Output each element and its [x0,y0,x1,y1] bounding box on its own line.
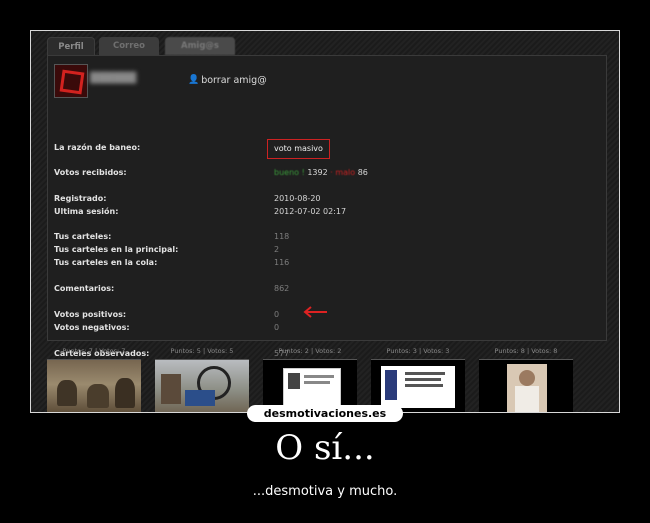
posters-value: 118 [274,232,290,241]
poster-title: O sí... [275,428,375,468]
thumbnail-points: Puntos: 7 | Votos: 7 [62,347,126,355]
last-session-value: 2012-07-02 02:17 [274,207,347,216]
good-votes-label: bueno ! [274,168,308,177]
positive-votes-label: Votos positivos: [54,310,127,319]
thumbnail-image[interactable] [47,359,141,412]
screenshot-frame: Perfil Correo Amig@s ██████ 👤 borrar ami… [30,30,620,413]
thumbnail-image[interactable] [155,359,249,412]
thumbnail-points: Puntos: 8 | Votos: 8 [494,347,558,355]
posters-main-value: 2 [274,245,280,254]
thumbnail-item[interactable]: Puntos: 3 | Votos: 3 [365,347,471,412]
comments-value: 862 [274,284,290,293]
negative-votes-value: 0 [274,323,280,332]
tab-perfil[interactable]: Perfil [47,37,95,56]
comments-label: Comentarios: [54,284,115,293]
last-session-label: Ultima sesión: [54,207,119,216]
thumbnail-points: Puntos: 5 | Votos: 5 [170,347,234,355]
delete-friend-button[interactable]: 👤 borrar amig@ [188,72,267,88]
ban-reason-label: La razón de baneo: [54,143,141,152]
thumbnail-item[interactable]: Puntos: 2 | Votos: 2 [257,347,363,412]
poster-subtitle: ...desmotiva y mucho. [252,484,398,499]
ban-reason-value: voto masivo [267,139,330,159]
good-votes-count: 1392 [307,168,328,177]
bad-votes-count: 86 [357,168,368,177]
posters-queue-label: Tus carteles en la cola: [54,258,158,267]
thumbnail-image[interactable] [479,359,573,412]
red-arrow-icon [303,306,327,318]
tab-correo[interactable]: Correo [99,37,159,55]
posters-main-label: Tus carteles en la principal: [54,245,179,254]
tab-amigos[interactable]: Amig@s [165,37,235,55]
votes-received-value: bueno ! 1392 · malo 86 [274,167,368,179]
avatar [54,64,88,98]
posters-label: Tus carteles: [54,232,112,241]
profile-screen: Perfil Correo Amig@s ██████ 👤 borrar ami… [31,31,619,412]
delete-friend-label: borrar amig@ [201,74,267,86]
registered-label: Registrado: [54,194,107,203]
site-brand[interactable]: desmotivaciones.es [247,405,403,422]
thumbnail-item[interactable]: Puntos: 5 | Votos: 5 [149,347,255,412]
profile-panel: ██████ 👤 borrar amig@ La razón de baneo:… [47,55,607,358]
thumbnail-item[interactable]: Puntos: 8 | Votos: 8 [473,347,579,412]
registered-value: 2010-08-20 [274,194,321,203]
thumbnail-item[interactable]: Puntos: 7 | Votos: 7 [41,347,147,412]
posters-queue-value: 116 [274,258,290,267]
bad-votes-label: malo [335,168,356,177]
user-minus-icon: 👤 [188,75,200,85]
votes-received-label: Votos recibidos: [54,168,127,177]
username-blurred: ██████ [90,73,137,84]
thumbnail-points: Puntos: 2 | Votos: 2 [278,347,342,355]
negative-votes-label: Votos negativos: [54,323,130,332]
thumbnail-points: Puntos: 3 | Votos: 3 [386,347,450,355]
positive-votes-value: 0 [274,310,280,319]
